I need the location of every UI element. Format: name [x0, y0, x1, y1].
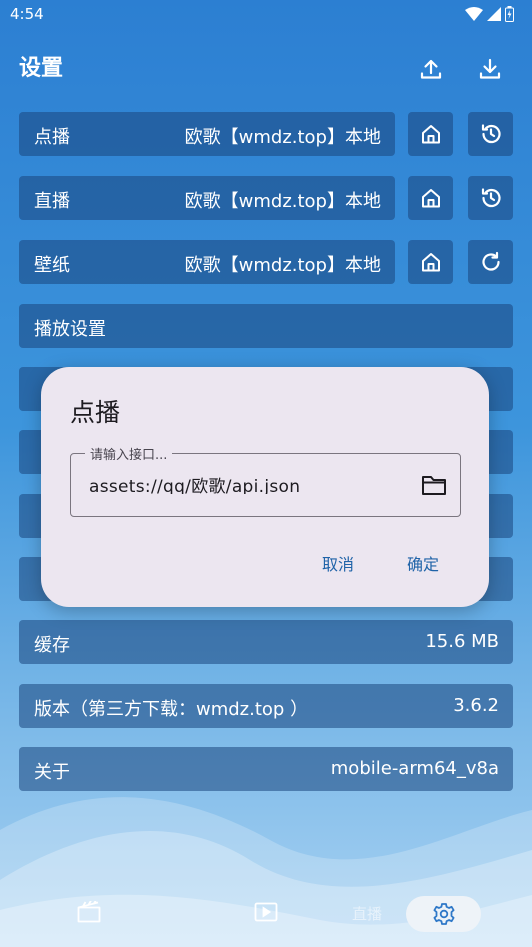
vod-dialog: 点播 请输入接口... 取消 确定 — [41, 367, 489, 607]
api-url-input[interactable] — [89, 474, 409, 494]
api-url-field[interactable]: 请输入接口... — [70, 444, 461, 517]
folder-icon — [422, 476, 446, 495]
confirm-button[interactable]: 确定 — [407, 551, 439, 575]
cancel-button[interactable]: 取消 — [322, 551, 354, 575]
dialog-title: 点播 — [70, 398, 121, 427]
folder-button[interactable] — [420, 472, 448, 498]
api-url-field-label: 请输入接口... — [85, 444, 173, 463]
